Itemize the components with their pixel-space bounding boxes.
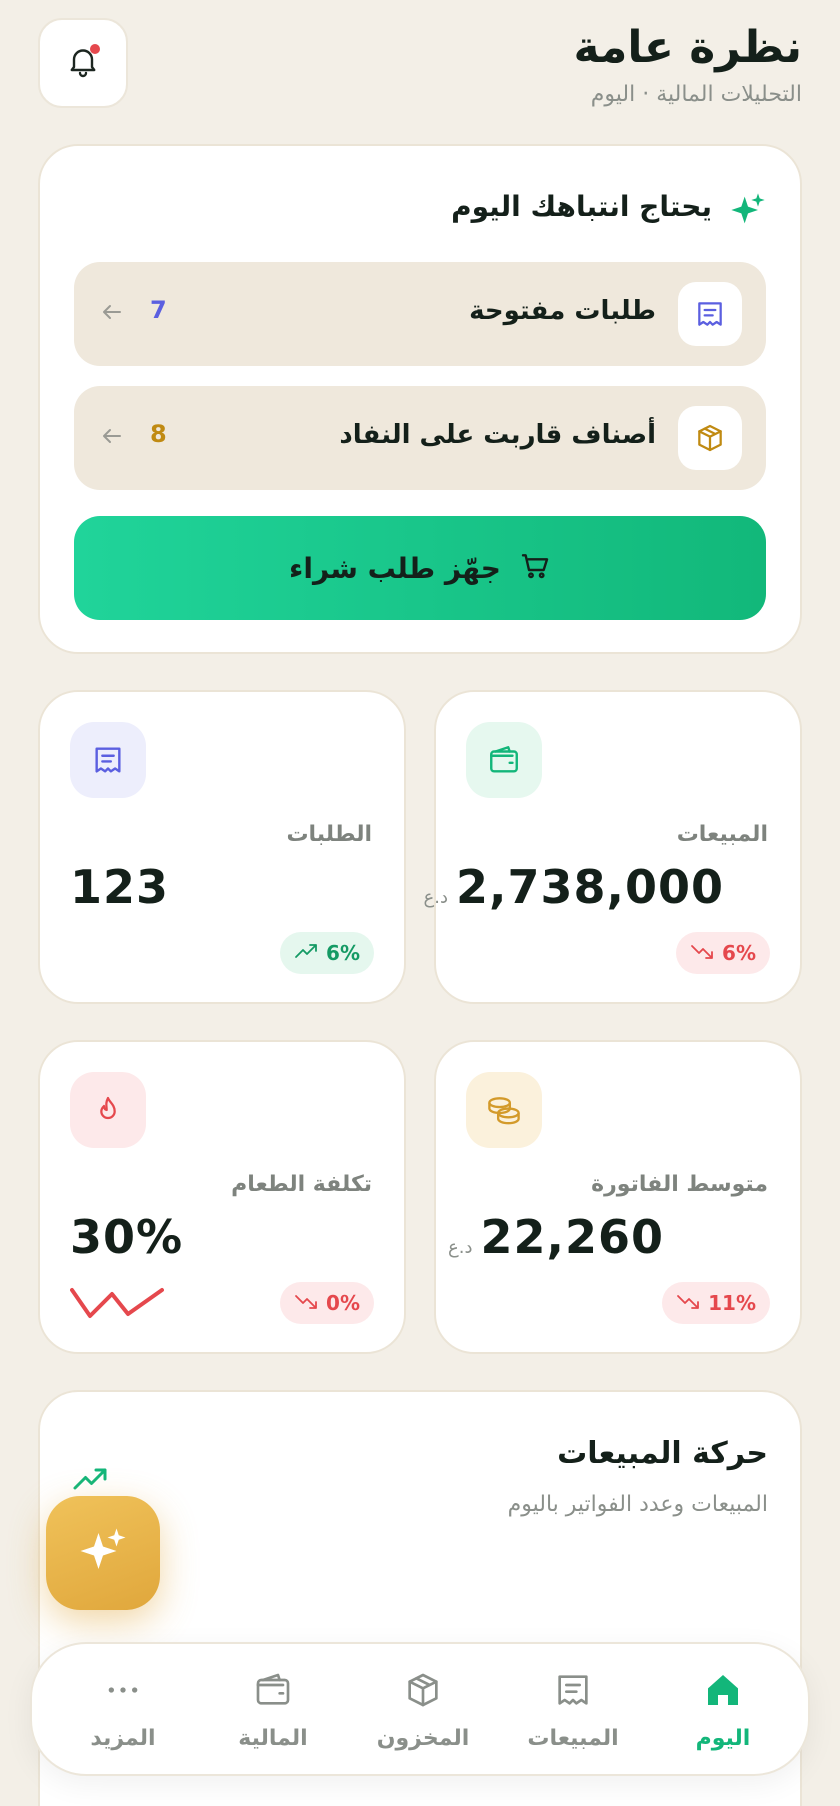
avg-invoice-value-group: د.ع 22,260 (448, 1210, 664, 1264)
low-stock-label: أصناف قاربت على النفاد (339, 420, 656, 450)
trend-down-icon (676, 1291, 700, 1316)
food-cost-kpi-card[interactable]: تكلفة الطعام 30% 0% (38, 1040, 406, 1354)
nav-label: المالية (238, 1726, 308, 1751)
avg-invoice-label: متوسط الفاتورة (591, 1172, 768, 1197)
open-orders-row[interactable]: طلبات مفتوحة 7 (74, 262, 766, 366)
sales-change-badge: 6% (676, 932, 770, 974)
nav-item-more[interactable]: المزيد (48, 1644, 198, 1778)
avg-invoice-change-badge: 11% (662, 1282, 770, 1324)
wallet-icon (251, 1668, 295, 1712)
avg-invoice-change: 11% (708, 1291, 756, 1315)
prepare-purchase-order-button[interactable]: جهّز طلب شراء (74, 516, 766, 620)
more-icon (101, 1668, 145, 1712)
sales-movement-title: حركة المبيعات (557, 1436, 768, 1471)
orders-change-badge: 6% (280, 932, 374, 974)
trend-down-icon (294, 1291, 318, 1316)
page-subtitle: التحليلات المالية · اليوم (590, 82, 802, 107)
receipt-icon (551, 1668, 595, 1712)
orders-kpi-card[interactable]: الطلبات 123 6% (38, 690, 406, 1004)
nav-item-today[interactable]: اليوم (648, 1644, 798, 1778)
food-cost-label: تكلفة الطعام (231, 1172, 372, 1197)
cta-label: جهّز طلب شراء (289, 551, 501, 585)
nav-label: اليوم (695, 1726, 751, 1751)
sales-movement-subtitle: المبيعات وعدد الفواتير باليوم (507, 1492, 768, 1517)
home-icon (701, 1668, 745, 1712)
arrow-left-icon (100, 424, 124, 452)
sales-change: 6% (722, 941, 756, 965)
orders-label: الطلبات (286, 822, 372, 847)
low-stock-row[interactable]: أصناف قاربت على النفاد 8 (74, 386, 766, 490)
box-icon (401, 1668, 445, 1712)
sparkle-icon (76, 1524, 130, 1582)
header: نظرة عامة التحليلات المالية · اليوم (38, 18, 802, 118)
open-orders-count: 7 (150, 296, 167, 324)
orders-change: 6% (326, 941, 360, 965)
ai-assistant-button[interactable] (46, 1496, 160, 1610)
flame-icon (70, 1072, 146, 1148)
sales-value-group: د.ع 2,738,000 (424, 860, 724, 914)
arrow-left-icon (100, 300, 124, 328)
bottom-nav: اليوم المبيعات المخزون المالية المزيد (30, 1642, 810, 1776)
currency-label: د.ع (448, 1237, 473, 1258)
notifications-button[interactable] (38, 18, 128, 108)
attention-card: يحتاج انتباهك اليوم طلبات مفتوحة 7 أصناف… (38, 144, 802, 654)
sales-label: المبيعات (676, 822, 768, 847)
avg-invoice-value: 22,260 (480, 1210, 664, 1264)
food-cost-change: 0% (326, 1291, 360, 1315)
orders-value: 123 (70, 860, 170, 914)
sales-kpi-card[interactable]: المبيعات د.ع 2,738,000 6% (424, 690, 802, 1004)
page-title: نظرة عامة (573, 22, 802, 73)
receipt-icon (678, 282, 742, 346)
sparkle-icon (728, 190, 768, 230)
currency-label: د.ع (423, 887, 448, 908)
box-icon (678, 406, 742, 470)
coins-icon (466, 1072, 542, 1148)
food-cost-sparkline (70, 1288, 164, 1318)
nav-label: المزيد (90, 1726, 156, 1751)
avg-invoice-kpi-card[interactable]: متوسط الفاتورة د.ع 22,260 11% (434, 1040, 802, 1354)
open-orders-label: طلبات مفتوحة (469, 296, 656, 326)
trend-up-icon (294, 941, 318, 966)
wallet-icon (466, 722, 542, 798)
nav-label: المخزون (376, 1726, 470, 1751)
trend-down-icon (690, 941, 714, 966)
nav-item-finance[interactable]: المالية (198, 1644, 348, 1778)
sales-value: 2,738,000 (456, 860, 724, 914)
attention-title: يحتاج انتباهك اليوم (451, 190, 712, 223)
low-stock-count: 8 (150, 420, 167, 448)
trend-up-icon (72, 1464, 108, 1494)
receipt-icon (70, 722, 146, 798)
food-cost-change-badge: 0% (280, 1282, 374, 1324)
food-cost-value: 30% (70, 1210, 184, 1264)
notification-dot (90, 44, 100, 54)
cart-icon (519, 550, 551, 586)
nav-item-sales[interactable]: المبيعات (498, 1644, 648, 1778)
nav-label: المبيعات (527, 1726, 619, 1751)
nav-item-inventory[interactable]: المخزون (348, 1644, 498, 1778)
